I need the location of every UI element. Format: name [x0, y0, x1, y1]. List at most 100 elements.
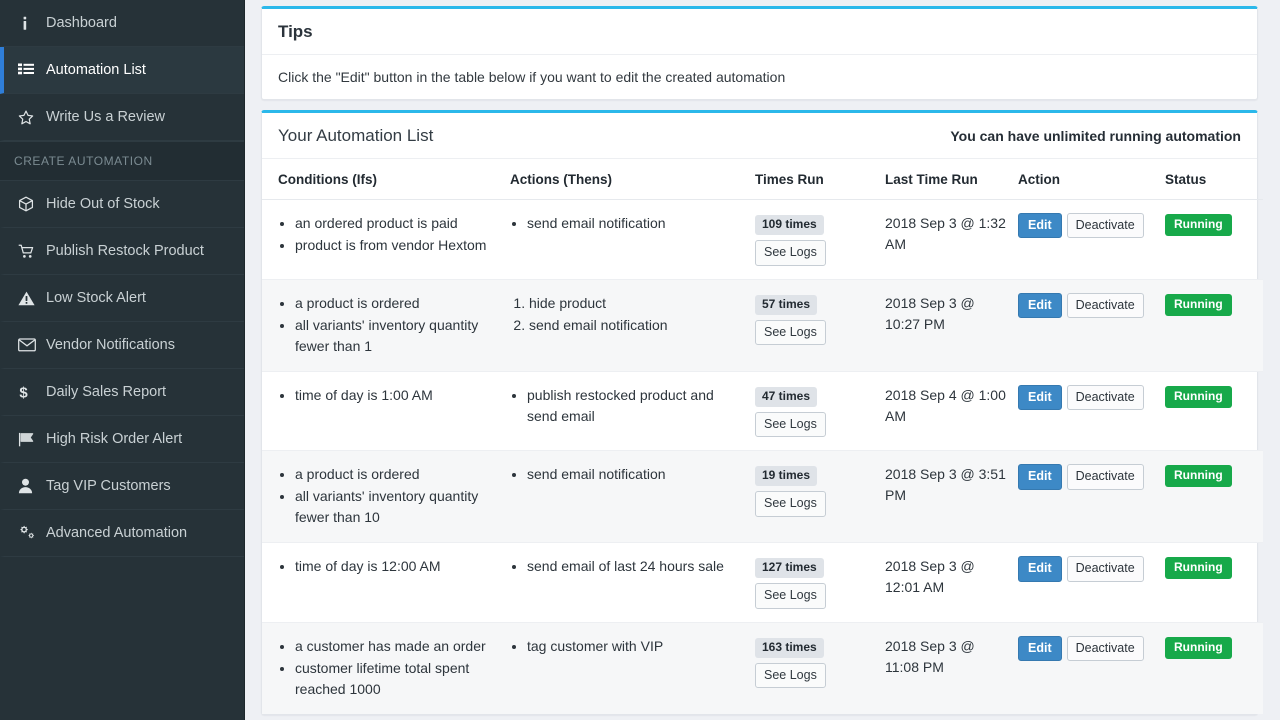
cell-conditions: a product is orderedall variants' invent… — [262, 279, 510, 371]
sidebar-item-label: Vendor Notifications — [44, 337, 175, 353]
condition-item: a product is ordered — [295, 293, 502, 314]
cell-conditions: time of day is 12:00 AM — [262, 543, 510, 623]
see-logs-button[interactable]: See Logs — [755, 240, 826, 265]
cell-conditions: a customer has made an ordercustomer lif… — [262, 622, 510, 714]
cell-times-run: 109 timesSee Logs — [755, 200, 885, 280]
sidebar-item-write-us-a-review[interactable]: Write Us a Review — [0, 94, 244, 141]
sidebar-item-automation-list[interactable]: Automation List — [0, 47, 244, 94]
condition-item: time of day is 12:00 AM — [295, 556, 502, 577]
see-logs-button[interactable]: See Logs — [755, 320, 826, 345]
column-header-action: Action — [1018, 159, 1165, 200]
conditions-list: a product is orderedall variants' invent… — [295, 293, 502, 357]
cell-last-time-run: 2018 Sep 3 @ 10:27 PM — [885, 279, 1018, 371]
edit-button[interactable]: Edit — [1018, 293, 1062, 318]
deactivate-button[interactable]: Deactivate — [1067, 636, 1144, 661]
see-logs-button[interactable]: See Logs — [755, 583, 826, 608]
condition-item: a customer has made an order — [295, 636, 502, 657]
condition-item: all variants' inventory quantity fewer t… — [295, 315, 502, 357]
cell-conditions: an ordered product is paidproduct is fro… — [262, 200, 510, 280]
action-button-group: EditDeactivate — [1018, 385, 1157, 410]
status-badge: Running — [1165, 557, 1232, 579]
tips-body: Click the "Edit" button in the table bel… — [262, 55, 1257, 99]
cell-last-time-run: 2018 Sep 4 @ 1:00 AM — [885, 371, 1018, 451]
cell-times-run: 19 timesSee Logs — [755, 451, 885, 543]
sidebar-item-label: Advanced Automation — [44, 525, 187, 541]
action-item: send email notification — [527, 464, 747, 485]
edit-button[interactable]: Edit — [1018, 385, 1062, 410]
page-title: Your Automation List — [278, 126, 433, 146]
deactivate-button[interactable]: Deactivate — [1067, 385, 1144, 410]
edit-button[interactable]: Edit — [1018, 464, 1062, 489]
status-badge: Running — [1165, 294, 1232, 316]
sidebar-item-hide-out-of-stock[interactable]: Hide Out of Stock — [0, 181, 244, 228]
cell-action: EditDeactivate — [1018, 279, 1165, 371]
status-badge: Running — [1165, 637, 1232, 659]
cell-last-time-run: 2018 Sep 3 @ 1:32 AM — [885, 200, 1018, 280]
action-button-group: EditDeactivate — [1018, 636, 1157, 661]
cell-times-run: 57 timesSee Logs — [755, 279, 885, 371]
cell-status: Running — [1165, 371, 1263, 451]
action-item: send email notification — [527, 213, 747, 234]
edit-button[interactable]: Edit — [1018, 213, 1062, 238]
cell-times-run: 47 timesSee Logs — [755, 371, 885, 451]
box-icon — [18, 196, 44, 212]
table-row: time of day is 1:00 AM publish restocked … — [262, 371, 1263, 451]
actions-list: tag customer with VIP — [527, 636, 747, 657]
sidebar-item-high-risk-order-alert[interactable]: High Risk Order Alert — [0, 416, 244, 463]
action-item: tag customer with VIP — [527, 636, 747, 657]
cell-action: EditDeactivate — [1018, 543, 1165, 623]
sidebar-item-label: High Risk Order Alert — [44, 431, 182, 447]
cell-action: EditDeactivate — [1018, 200, 1165, 280]
see-logs-button[interactable]: See Logs — [755, 663, 826, 688]
deactivate-button[interactable]: Deactivate — [1067, 556, 1144, 581]
action-button-group: EditDeactivate — [1018, 464, 1157, 489]
automation-list-card: Your Automation List You can have unlimi… — [261, 110, 1258, 715]
table-row: a customer has made an ordercustomer lif… — [262, 622, 1263, 714]
action-item: send email notification — [529, 315, 747, 336]
sidebar-section-header: CREATE AUTOMATION — [0, 141, 244, 181]
cell-action: EditDeactivate — [1018, 622, 1165, 714]
conditions-list: time of day is 1:00 AM — [295, 385, 502, 406]
envelope-icon — [18, 338, 44, 352]
sidebar-item-daily-sales-report[interactable]: $Daily Sales Report — [0, 369, 244, 416]
list-icon — [18, 63, 44, 77]
conditions-list: a customer has made an ordercustomer lif… — [295, 636, 502, 700]
deactivate-button[interactable]: Deactivate — [1067, 293, 1144, 318]
cart-icon — [18, 244, 44, 259]
svg-text:$: $ — [19, 385, 28, 401]
sidebar-item-low-stock-alert[interactable]: Low Stock Alert — [0, 275, 244, 322]
unlimited-automation-note: You can have unlimited running automatio… — [950, 128, 1241, 144]
deactivate-button[interactable]: Deactivate — [1067, 213, 1144, 238]
deactivate-button[interactable]: Deactivate — [1067, 464, 1144, 489]
cell-conditions: a product is orderedall variants' invent… — [262, 451, 510, 543]
cell-times-run: 127 timesSee Logs — [755, 543, 885, 623]
see-logs-button[interactable]: See Logs — [755, 491, 826, 516]
action-item: publish restocked product and send email — [527, 385, 747, 427]
sidebar-item-label: Low Stock Alert — [44, 290, 146, 306]
cell-status: Running — [1165, 279, 1263, 371]
sidebar-section-label: CREATE AUTOMATION — [14, 154, 153, 168]
sidebar-item-vendor-notifications[interactable]: Vendor Notifications — [0, 322, 244, 369]
table-row: time of day is 12:00 AMsend email of las… — [262, 543, 1263, 623]
sidebar-item-advanced-automation[interactable]: Advanced Automation — [0, 510, 244, 557]
sidebar-item-tag-vip-customers[interactable]: Tag VIP Customers — [0, 463, 244, 510]
table-row: a product is orderedall variants' invent… — [262, 451, 1263, 543]
tips-card: Tips Click the "Edit" button in the tabl… — [261, 6, 1258, 100]
condition-item: all variants' inventory quantity fewer t… — [295, 486, 502, 528]
table-row: an ordered product is paidproduct is fro… — [262, 200, 1263, 280]
sidebar-item-label: Hide Out of Stock — [44, 196, 160, 212]
cell-action: EditDeactivate — [1018, 451, 1165, 543]
condition-item: an ordered product is paid — [295, 213, 502, 234]
info-icon — [18, 16, 44, 31]
sidebar-item-dashboard[interactable]: Dashboard — [0, 0, 244, 47]
edit-button[interactable]: Edit — [1018, 636, 1062, 661]
cell-last-time-run: 2018 Sep 3 @ 3:51 PM — [885, 451, 1018, 543]
user-icon — [18, 478, 44, 494]
dollar-icon: $ — [18, 384, 44, 400]
action-button-group: EditDeactivate — [1018, 293, 1157, 318]
conditions-list: a product is orderedall variants' invent… — [295, 464, 502, 528]
see-logs-button[interactable]: See Logs — [755, 412, 826, 437]
sidebar-item-publish-restock-product[interactable]: Publish Restock Product — [0, 228, 244, 275]
main-content: Tips Click the "Edit" button in the tabl… — [245, 0, 1280, 720]
edit-button[interactable]: Edit — [1018, 556, 1062, 581]
